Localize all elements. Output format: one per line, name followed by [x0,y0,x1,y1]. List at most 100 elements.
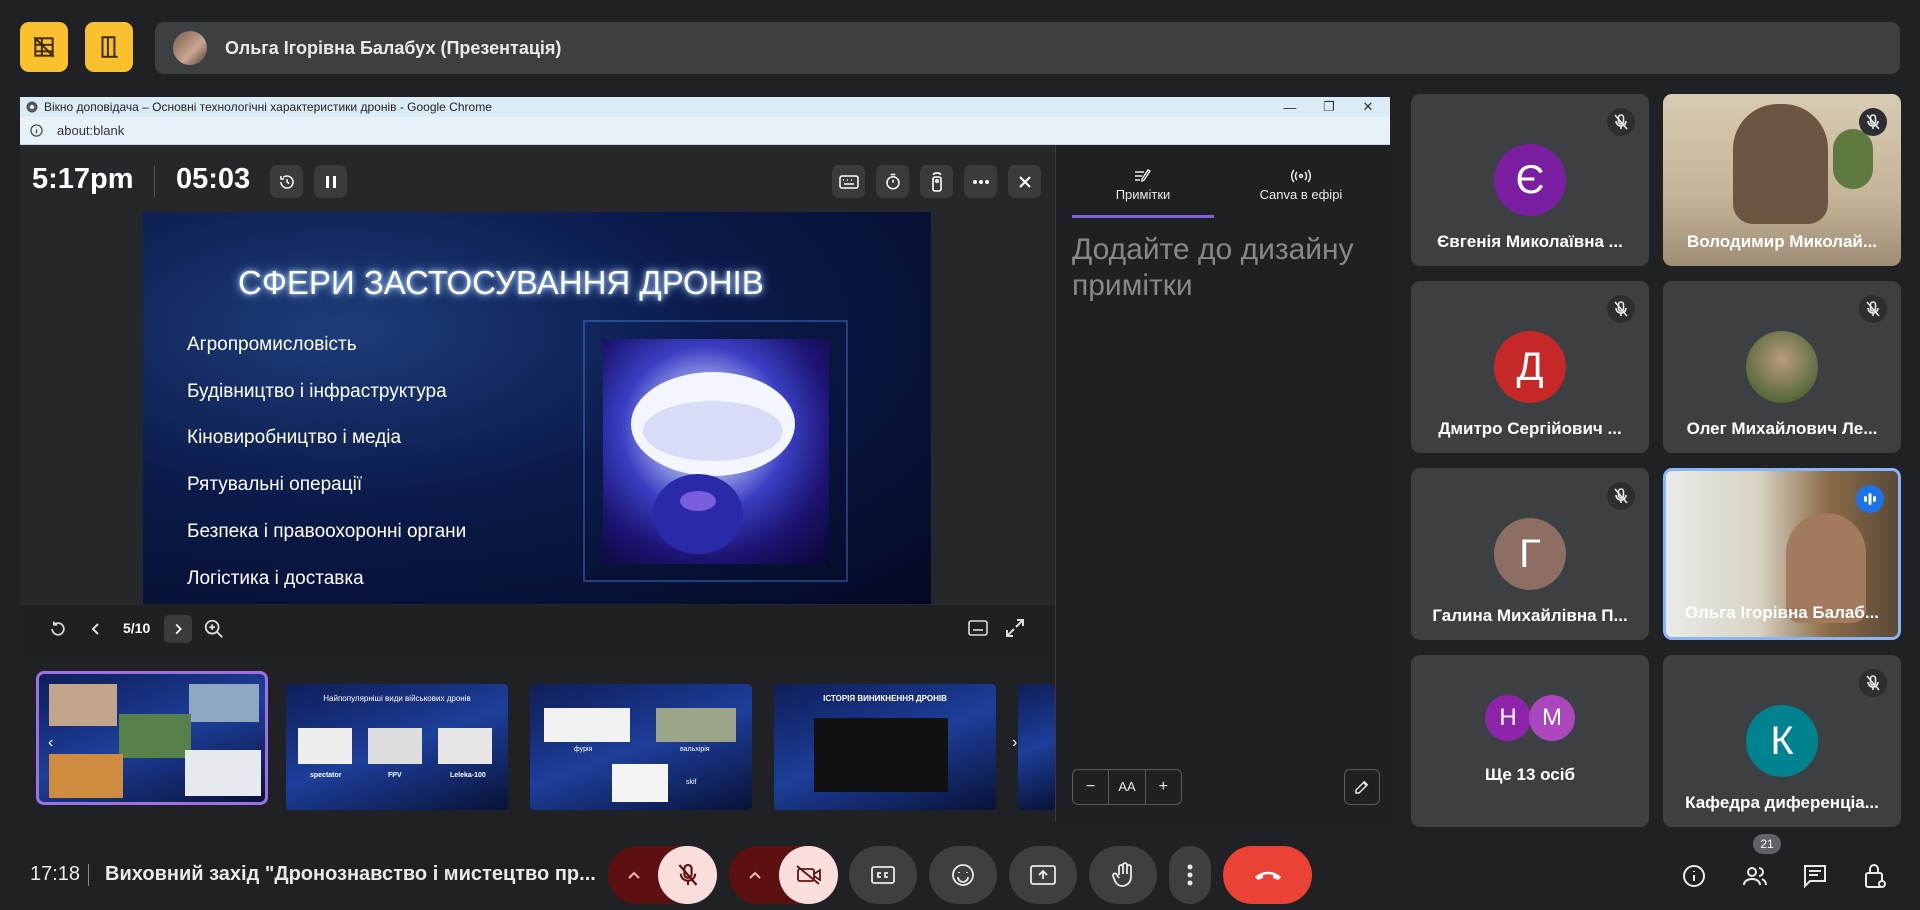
thumb-label: skif [686,779,697,786]
previous-slide-button[interactable] [86,619,106,639]
more-participants-label: Ще 13 осіб [1485,765,1575,784]
leave-call-button[interactable] [1223,846,1312,904]
mic-off-icon [1607,295,1635,323]
thumb-label: spectator [310,772,342,779]
present-button[interactable] [1009,846,1077,904]
text-size-label: AA [1108,769,1146,805]
thumbs-prev-button[interactable]: ‹ [48,734,53,752]
participant-tile-video[interactable]: Володимир Миколай... [1663,94,1901,266]
door-icon [96,34,122,60]
chat-button[interactable] [1797,858,1833,894]
timer-button[interactable] [876,165,909,198]
meeting-time: 17:18 [30,863,81,885]
tab-notes-label: Примітки [1115,187,1171,202]
restore-button[interactable]: ❐ [1310,97,1348,117]
more-options-button[interactable] [1169,846,1211,904]
close-icon [1018,175,1032,189]
thumbnail[interactable]: фурія вальхірія skif [530,684,752,810]
window-title: Вікно доповідача – Основні технологічні … [44,100,492,114]
notes-input[interactable]: Додайте до дизайну примітки [1072,232,1372,304]
camera-control [729,846,838,904]
avatar: Є [1494,144,1566,216]
tab-notes[interactable]: Примітки [1072,169,1214,202]
camera-toggle[interactable] [779,846,838,904]
thumb-title: ІСТОРІЯ ВИНИКНЕННЯ ДРОНІВ [823,694,947,703]
remote-button[interactable] [920,165,953,198]
host-controls-button[interactable] [1857,858,1893,894]
captions-icon[interactable] [968,619,988,637]
microphone-toggle[interactable] [658,846,717,904]
thumb-label: вальхірія [680,746,710,753]
slide-controls: 5/10 [20,605,1055,654]
slide-title: СФЕРИ ЗАСТОСУВАННЯ ДРОНІВ [238,264,764,301]
address-text: about:blank [57,123,125,138]
avatar: К [1746,705,1818,777]
thumbnail[interactable]: ІСТОРІЯ ВИНИКНЕННЯ ДРОНІВ [774,684,996,810]
hide-self-view-button[interactable] [20,22,68,72]
participant-name: Олег Михайлович Ле... [1686,419,1878,438]
thumb-label: FPV [388,772,402,779]
closed-captions-icon [870,865,896,885]
video-options-button[interactable] [729,846,781,904]
close-presenter-button[interactable] [1008,165,1041,198]
leave-door-button[interactable] [85,22,133,72]
pause-timer-button[interactable] [314,165,347,198]
zoom-in-icon[interactable] [203,618,225,640]
restart-icon[interactable] [48,619,68,639]
more-options-button[interactable] [964,165,997,198]
audio-options-button[interactable] [608,846,660,904]
mic-off-icon [1607,482,1635,510]
thumbnail[interactable]: Найпопулярніші види військових дронів sp… [286,684,508,810]
call-end-icon [1253,868,1283,882]
participant-tile-speaking[interactable]: Ольга Ігорівна Балаб... [1663,468,1901,640]
presenter-avatar [173,31,207,65]
tab-canva-live[interactable]: Canva в ефірі [1226,169,1376,202]
timer: 05:03 [176,163,251,195]
mic-off-icon [1859,108,1887,136]
thumbnail-partial[interactable] [1018,684,1055,810]
edit-icon [1353,778,1371,796]
hand-icon [1111,862,1135,888]
thumb-photo [49,754,123,798]
thumb-label: Leleka-100 [450,772,486,779]
microphone-control [608,846,717,904]
participant-name: Кафедра диференціа... [1685,793,1879,812]
thumb-title: Найпопулярніші види військових дронів [323,694,471,703]
decrease-text-button[interactable]: − [1073,778,1108,796]
reset-timer-button[interactable] [270,165,303,198]
fullscreen-icon[interactable] [1005,618,1025,638]
next-slide-button[interactable] [164,615,192,643]
close-window-button[interactable]: ✕ [1349,97,1387,117]
presenter-bar: Ольга Ігорівна Балабух (Презентація) [155,22,1900,74]
more-vertical-icon [1187,864,1193,886]
broadcast-icon [1226,169,1376,183]
window-titlebar: Вікно доповідача – Основні технологічні … [20,97,1390,117]
minimize-button[interactable]: — [1271,97,1309,117]
more-participants-tile[interactable]: Н М Ще 13 осіб [1411,655,1649,827]
text-size-controls: − AA + [1072,769,1182,805]
participant-tile[interactable]: Д Дмитро Сергійович ... [1411,281,1649,453]
increase-text-button[interactable]: + [1146,778,1181,796]
thumb-photo [544,708,630,742]
participant-tile[interactable]: К Кафедра диференціа... [1663,655,1901,827]
reactions-button[interactable] [929,846,997,904]
thumbnail-selected[interactable] [36,671,268,805]
presenter-window: Вікно доповідача – Основні технологічні … [20,97,1390,822]
address-bar[interactable]: about:blank [20,117,1390,145]
people-button[interactable]: 21 [1737,834,1781,894]
meeting-details-button[interactable] [1676,858,1712,894]
participant-tile[interactable]: Олег Михайлович Ле... [1663,281,1901,453]
vr-headset-image [603,339,829,564]
thumbs-next-button[interactable]: › [1012,734,1017,752]
participant-tile[interactable]: Є Євгенія Миколаївна ... [1411,94,1649,266]
avatar: М [1529,695,1575,741]
captions-button[interactable] [849,846,917,904]
page-indicator: 5/10 [123,620,151,636]
speaking-icon [1856,485,1884,513]
chrome-icon [26,101,38,113]
history-icon [278,173,296,191]
participant-tile[interactable]: Г Галина Михайлівна П... [1411,468,1649,640]
raise-hand-button[interactable] [1089,846,1157,904]
keyboard-shortcuts-button[interactable] [832,165,865,198]
edit-notes-button[interactable] [1344,769,1380,805]
